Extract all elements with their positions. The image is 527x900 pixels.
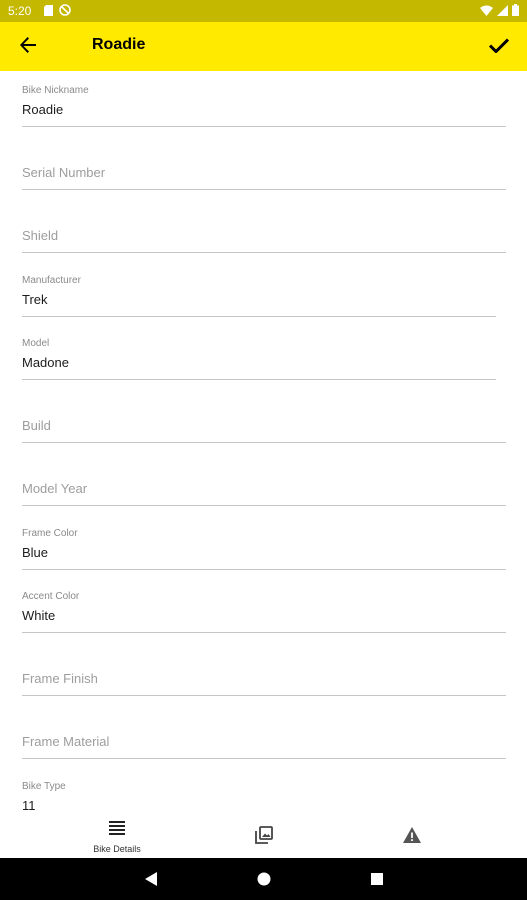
- field-value: Roadie: [22, 102, 64, 117]
- field-placeholder: Model Year: [22, 481, 88, 496]
- signal-icon: [497, 4, 508, 19]
- field-value: 11: [22, 798, 36, 811]
- sd-card-icon: [44, 4, 53, 19]
- field-placeholder: Serial Number: [22, 165, 106, 180]
- system-nav-bar: [0, 858, 527, 900]
- status-icons-right: [480, 4, 519, 19]
- arrow-back-icon: [19, 36, 37, 59]
- field-placeholder: Frame Material: [22, 734, 110, 749]
- bike-type-field[interactable]: Bike Type 11: [22, 767, 506, 811]
- shield-field[interactable]: Shield: [22, 197, 506, 253]
- nav-photos[interactable]: [204, 811, 324, 858]
- check-icon: [488, 37, 510, 58]
- frame-material-field[interactable]: Frame Material: [22, 703, 506, 759]
- no-sim-icon: [59, 4, 71, 19]
- nav-alerts[interactable]: [352, 811, 472, 858]
- field-label: Model: [22, 338, 50, 349]
- field-value: Madone: [22, 355, 69, 370]
- accent-color-field[interactable]: Accent Color White: [22, 577, 506, 633]
- frame-color-field[interactable]: Frame Color Blue: [22, 514, 506, 570]
- frame-finish-field[interactable]: Frame Finish: [22, 640, 506, 696]
- manufacturer-field[interactable]: Manufacturer Trek: [22, 261, 496, 317]
- recents-square-icon[interactable]: [368, 870, 386, 888]
- field-value: White: [22, 608, 56, 623]
- app-bar: Roadie: [0, 22, 527, 71]
- warning-icon: [402, 826, 422, 849]
- status-bar: 5:20: [0, 0, 527, 22]
- field-label: Bike Nickname: [22, 85, 89, 96]
- save-button[interactable]: [485, 34, 513, 60]
- field-value: Blue: [22, 545, 49, 560]
- bike-details-form: Bike Nickname Roadie Serial Number Shiel…: [0, 71, 527, 811]
- list-icon: [109, 820, 125, 841]
- wifi-icon: [480, 5, 493, 19]
- field-label: Accent Color: [22, 591, 80, 602]
- photo-library-icon: [255, 826, 273, 849]
- bike-nickname-field[interactable]: Bike Nickname Roadie: [22, 71, 506, 127]
- field-placeholder: Build: [22, 418, 51, 433]
- bottom-nav: Bike Details: [0, 811, 527, 858]
- model-year-field[interactable]: Model Year: [22, 450, 506, 506]
- home-circle-icon[interactable]: [255, 870, 273, 888]
- status-icons-left: [44, 4, 71, 19]
- field-value: Trek: [22, 292, 48, 307]
- nav-label: Bike Details: [93, 844, 141, 854]
- field-label: Manufacturer: [22, 275, 81, 286]
- field-label: Bike Type: [22, 781, 66, 792]
- field-placeholder: Frame Finish: [22, 671, 98, 686]
- status-time: 5:20: [8, 4, 32, 18]
- field-label: Frame Color: [22, 528, 78, 539]
- nav-bike-details[interactable]: Bike Details: [57, 811, 177, 858]
- back-triangle-icon[interactable]: [142, 870, 160, 888]
- build-field[interactable]: Build: [22, 387, 506, 443]
- battery-icon: [512, 4, 519, 19]
- back-button[interactable]: [14, 34, 42, 60]
- page-title: Roadie: [92, 36, 146, 53]
- serial-number-field[interactable]: Serial Number: [22, 134, 506, 190]
- model-field[interactable]: Model Madone: [22, 324, 496, 380]
- field-placeholder: Shield: [22, 228, 59, 243]
